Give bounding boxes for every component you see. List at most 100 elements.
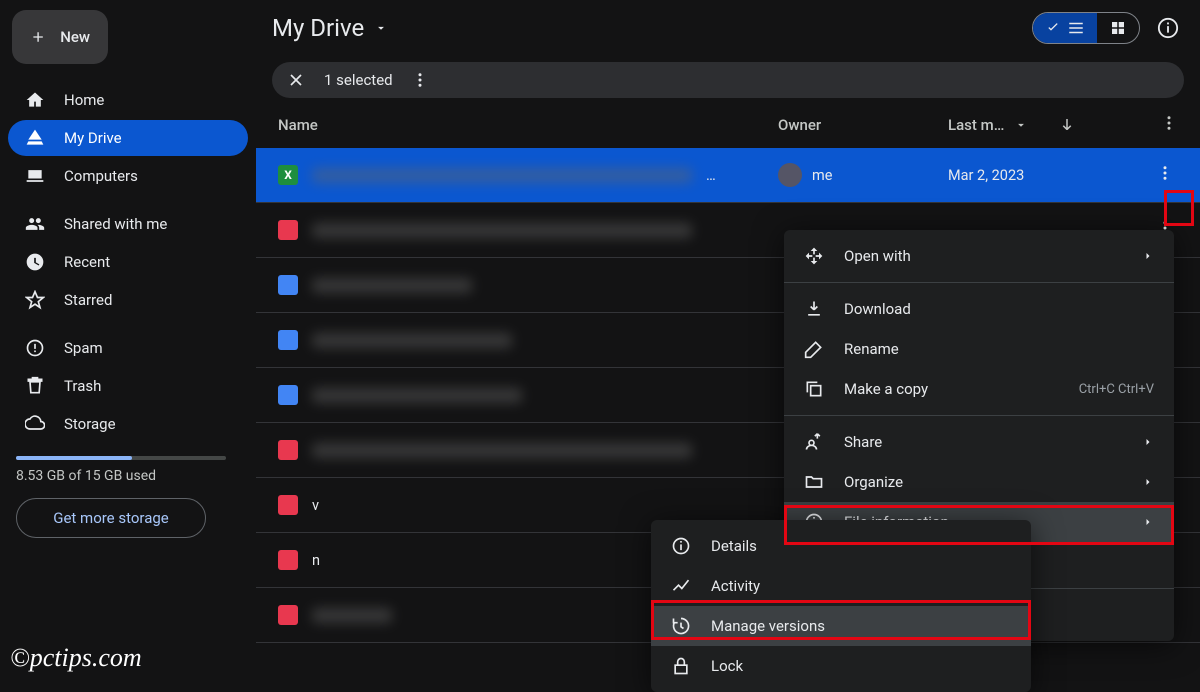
file-name-redacted [312,168,692,183]
storage-text: 8.53 GB of 15 GB used [16,468,240,484]
menu-openwith[interactable]: Open with [784,236,1174,276]
computers-icon [24,166,46,186]
sidebar-item-recent[interactable]: Recent [8,244,248,280]
owner-cell: me [778,163,948,187]
watermark: ©pctips.com [10,643,142,673]
file-name-redacted [312,388,522,403]
check-icon [1045,20,1061,36]
file-name-redacted [312,223,692,238]
recent-icon [24,252,46,272]
view-toggle [1032,12,1140,44]
new-button[interactable]: New [12,10,108,64]
sheet-icon: X [278,165,298,185]
new-label: New [60,28,90,46]
col-owner[interactable]: Owner [778,116,948,134]
spam-icon [24,338,46,358]
chevron-down-icon [374,21,388,35]
menu-activity[interactable]: Activity [651,566,1031,606]
chevron-right-icon [1142,476,1154,488]
sidebar-item-label: Spam [64,339,103,357]
sidebar-item-spam[interactable]: Spam [8,330,248,366]
get-more-storage-button[interactable]: Get more storage [16,498,206,538]
drive-icon [24,128,46,148]
chevron-right-icon [1142,516,1154,528]
sidebar-item-label: Home [64,91,104,109]
openwith-icon [804,246,824,266]
doc-icon [278,330,298,350]
sidebar-item-label: Recent [64,253,110,271]
close-icon[interactable] [286,70,306,90]
sidebar-item-shared[interactable]: Shared with me [8,206,248,242]
sidebar-item-label: Storage [64,415,116,433]
menu-separator [784,415,1174,416]
info-icon [671,536,691,556]
file-name-redacted [312,443,692,458]
table-row[interactable]: X … me Mar 2, 2023 [256,148,1200,203]
sidebar-item-label: My Drive [64,129,122,147]
sidebar-item-mydrive[interactable]: My Drive [8,120,248,156]
table-header: Name Owner Last m… [256,98,1200,148]
menu-details[interactable]: Details [651,526,1031,566]
avatar [778,163,802,187]
copy-icon [804,379,824,399]
menu-separator [784,282,1174,283]
info-icon [1157,17,1179,39]
sidebar-item-label: Computers [64,167,138,185]
image-icon [278,605,298,625]
sidebar-item-trash[interactable]: Trash [8,368,248,404]
main: My Drive 1 selec [256,0,1200,675]
arrow-down-icon [1058,116,1076,134]
rename-icon [804,339,824,359]
more-icon[interactable] [411,71,429,89]
starred-icon [24,290,46,310]
image-icon [278,550,298,570]
menu-organize[interactable]: Organize [784,462,1174,502]
menu-share[interactable]: Share [784,422,1174,462]
selection-bar: 1 selected [272,62,1184,98]
plus-icon [30,26,46,48]
more-icon [1160,114,1178,132]
sidebar-item-label: Starred [64,291,112,309]
share-icon [804,432,824,452]
lock-icon [671,656,691,676]
image-icon [278,440,298,460]
download-icon [804,299,824,319]
more-icon [1156,164,1174,182]
chevron-right-icon [1142,436,1154,448]
col-lastmodified[interactable]: Last m… [948,116,1118,134]
file-name-redacted [312,608,392,623]
grid-view-button[interactable] [1097,13,1139,43]
list-icon [1067,19,1085,37]
history-icon [671,616,691,636]
col-more[interactable] [1160,114,1178,136]
list-view-button[interactable] [1033,13,1097,43]
menu-lock[interactable]: Lock [651,646,1031,686]
image-icon [278,495,298,515]
sidebar-item-label: Shared with me [64,215,167,233]
menu-download[interactable]: Download [784,289,1174,329]
row-more-button[interactable] [1152,160,1178,190]
menu-copy[interactable]: Make a copyCtrl+C Ctrl+V [784,369,1174,409]
sidebar-item-starred[interactable]: Starred [8,282,248,318]
sidebar-item-home[interactable]: Home [8,82,248,118]
sidebar-item-computers[interactable]: Computers [8,158,248,194]
shared-icon [24,214,46,234]
activity-icon [671,576,691,596]
video-icon [278,220,298,240]
file-name-redacted [312,278,472,293]
info-button[interactable] [1154,14,1182,42]
menu-rename[interactable]: Rename [784,329,1174,369]
selection-count: 1 selected [324,71,393,89]
sidebar-item-storage[interactable]: Storage [8,406,248,442]
chevron-down-icon [1014,118,1028,132]
grid-icon [1109,19,1127,37]
sidebar-item-label: Trash [64,377,101,395]
col-name[interactable]: Name [278,116,778,134]
menu-versions[interactable]: Manage versions [651,606,1031,646]
chevron-right-icon [1142,250,1154,262]
date-cell: Mar 2, 2023 [948,167,1118,184]
storage-icon [24,414,46,434]
doc-icon [278,385,298,405]
file-name-redacted [312,333,512,348]
breadcrumb[interactable]: My Drive [272,14,388,42]
